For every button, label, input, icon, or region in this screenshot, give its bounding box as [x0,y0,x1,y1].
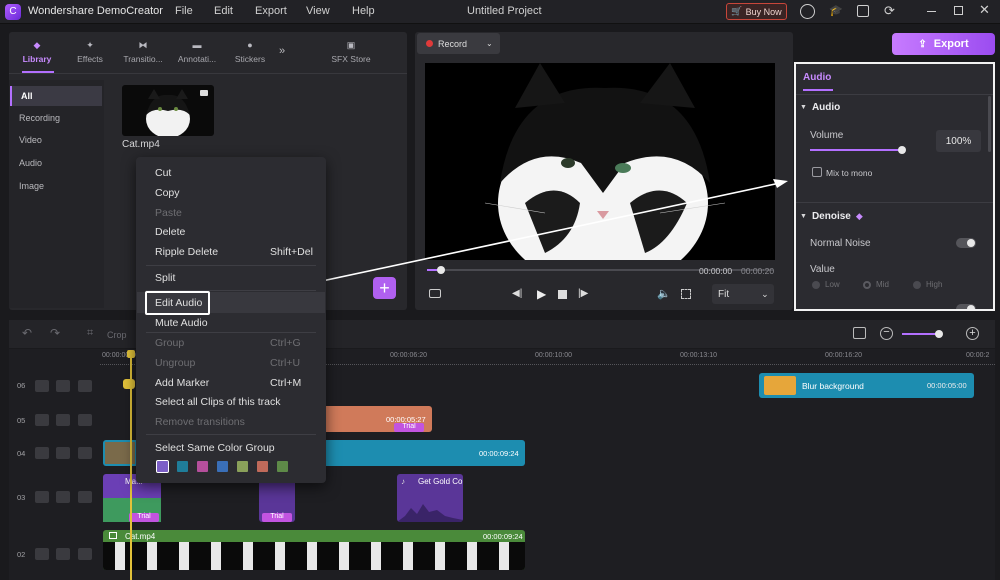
zoom-out-icon[interactable]: − [880,327,893,340]
menu-item-ungroup[interactable]: Ungroup [155,357,195,369]
ruler-tick-5: 00:00:2 [966,352,990,359]
shortcut-ripple-delete: Shift+Del [270,246,313,258]
trial-badge: Trial [129,513,159,522]
color-swatch[interactable] [257,461,268,472]
shortcut-group: Ctrl+G [270,337,301,349]
clip-time: 00:00:05:00 [927,381,967,390]
marker-tag [123,379,135,389]
track-number-04: 04 [17,449,26,458]
trial-badge: Trial [394,423,424,432]
eye-icon[interactable] [56,447,70,459]
menu-separator [146,332,316,333]
color-swatch[interactable] [197,461,208,472]
menu-item-remove-transitions[interactable]: Remove transitions [155,416,245,428]
clip-label: Get Gold Co [418,477,463,486]
fit-timeline-icon[interactable] [853,327,866,339]
lock-icon[interactable] [35,380,49,392]
lock-icon[interactable] [35,491,49,503]
menu-item-add-marker[interactable]: Add Marker [155,377,209,389]
lock-icon[interactable] [35,548,49,560]
trial-badge: Trial [262,513,292,522]
track-number-02: 02 [17,550,26,559]
menu-item-ripple-delete[interactable]: Ripple Delete [155,246,218,258]
ruler-tick-2: 00:00:10:00 [535,352,572,359]
clip-blur-background[interactable]: Blur background 00:00:05:00 [759,373,974,398]
track-number-06: 06 [17,381,26,390]
menu-item-select-all-clips[interactable]: Select all Clips of this track [155,396,280,408]
clip-label: Blur background [802,381,864,391]
shortcut-add-marker: Ctrl+M [270,377,302,389]
menu-item-delete[interactable]: Delete [155,226,185,238]
color-swatch[interactable] [277,461,288,472]
clip-cat-video[interactable]: Cat.mp4 00:00:09:24 [103,530,525,570]
eye-icon[interactable] [56,380,70,392]
eye-icon[interactable] [56,491,70,503]
lock-icon[interactable] [35,447,49,459]
color-swatch[interactable] [177,461,188,472]
clip-get-gold[interactable]: ♪ Get Gold Co [397,474,463,522]
color-swatch[interactable] [156,460,169,473]
video-clip-icon [109,532,117,539]
filmstrip [103,542,525,570]
crop-icon[interactable]: ⌗ [87,327,93,340]
waveform [397,504,463,522]
lock-icon[interactable] [35,414,49,426]
redo-icon[interactable]: ↷ [50,326,60,340]
menu-item-copy[interactable]: Copy [155,187,180,199]
menu-item-select-same-color[interactable]: Select Same Color Group [155,442,275,454]
ruler-tick-4: 00:00:16:20 [825,352,862,359]
menu-item-edit-audio[interactable]: Edit Audio [155,297,202,309]
zoom-in-icon[interactable]: + [966,327,979,340]
menu-item-cut[interactable]: Cut [155,167,171,179]
crop-label: Crop [107,330,127,340]
color-swatch[interactable] [217,461,228,472]
clip-thumbnail [764,376,796,395]
clip-time: 00:00:09:24 [483,532,523,541]
menu-item-split[interactable]: Split [155,272,175,284]
playhead[interactable] [130,352,132,580]
speaker-icon[interactable] [78,380,92,392]
speaker-icon[interactable] [78,447,92,459]
menu-item-mute-audio[interactable]: Mute Audio [155,317,208,329]
menu-item-group[interactable]: Group [155,337,184,349]
speaker-icon[interactable] [78,491,92,503]
track-number-03: 03 [17,493,26,502]
ruler-tick-1: 00:00:06:20 [390,352,427,359]
undo-icon[interactable]: ↶ [22,326,32,340]
eye-icon[interactable] [56,548,70,560]
speaker-icon[interactable] [78,414,92,426]
ruler-tick-3: 00:00:13:10 [680,352,717,359]
menu-separator [146,265,316,266]
shortcut-ungroup: Ctrl+U [270,357,301,369]
color-swatch[interactable] [237,461,248,472]
menu-item-paste[interactable]: Paste [155,207,182,219]
menu-separator [146,434,316,435]
clip-time: 00:00:09:24 [479,449,519,458]
eye-icon[interactable] [56,414,70,426]
zoom-slider-handle[interactable] [935,330,943,338]
speaker-icon[interactable] [78,548,92,560]
track-number-05: 05 [17,416,26,425]
playhead-handle[interactable] [127,350,135,358]
music-note-icon: ♪ [401,477,405,486]
